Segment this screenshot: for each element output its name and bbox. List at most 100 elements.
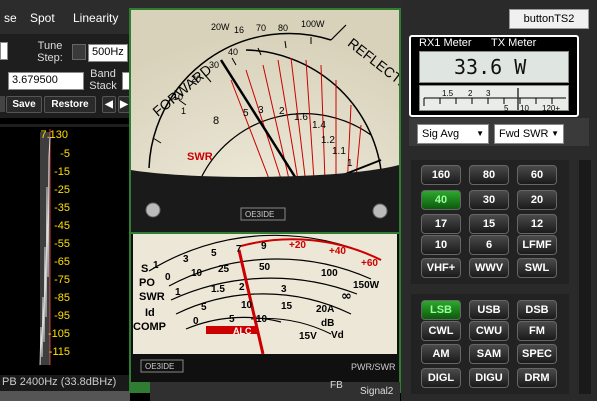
right-scrollbar[interactable] [579,160,591,394]
swr-meter-face: 20W 16 70 80 100W 1 10 20 30 40 8 5 3 2 … [131,10,420,232]
s-scale-plus40: +40 [329,246,346,257]
band-80-button[interactable]: 80 [469,165,509,185]
pwr-swr-caption: PWR/SWR [351,362,396,372]
band-15-button[interactable]: 15 [469,214,509,234]
swr-scale-8: 8 [213,115,219,127]
panadapter-display[interactable]: 7.130 -5 -15 -25 -35 -45 -55 -65 -75 -85… [0,127,130,375]
menu-item-se[interactable]: se [4,11,17,25]
band-vhf-button[interactable]: VHF+ [421,258,461,278]
tune-step-spinner[interactable] [72,44,86,60]
restore-button[interactable]: Restore [44,96,96,113]
tune-step-label: Tune Step: [37,40,63,64]
chevron-down-icon: ▼ [476,129,484,138]
horizontal-scrollbar[interactable] [0,391,130,401]
band-swl-button[interactable]: SWL [517,258,557,278]
bar-scale-3: 3 [486,89,491,98]
left-partial-box[interactable] [0,42,8,60]
mode-am-button[interactable]: AM [421,344,461,364]
swr-scale-bottom-1-5: 1.5 [211,284,225,295]
tx-meter-label[interactable]: TX Meter [491,37,536,49]
band-stack-label: Band Stack [89,68,117,92]
pwr-scale-16: 16 [234,25,244,35]
mode-cwu-button[interactable]: CWU [469,321,509,341]
band-160-button[interactable]: 160 [421,165,461,185]
db-scale-label: -55 [54,238,70,250]
tx-meter-select-value: Fwd SWR [499,128,549,140]
menu-item-spot[interactable]: Spot [30,11,55,25]
swr-scale-3: 3 [258,105,264,116]
band-10-button[interactable]: 10 [421,235,461,255]
band-30-button[interactable]: 30 [469,190,509,210]
passband-status: PB 2400Hz (33.8dBHz) [2,376,117,388]
tx-meter-select[interactable]: Fwd SWR ▼ [494,124,564,144]
po-label: PO [139,277,155,289]
band-17-button[interactable]: 17 [421,214,461,234]
frequency-label: 7.130 [40,129,68,141]
pwr-scale-80: 80 [278,23,288,33]
mode-fm-button[interactable]: FM [517,321,557,341]
rx-meter-select[interactable]: Sig Avg ▼ [417,124,489,144]
mode-spec-button[interactable]: SPEC [517,344,557,364]
analog-bar-meter: 1.5 2 3 5 10 120+ [419,85,569,113]
s-scale-7: 7 [236,244,242,255]
comp-label: COMP [133,321,166,333]
id-scale-10: 10 [241,300,253,311]
band-6-button[interactable]: 6 [469,235,509,255]
rx-tx-meter-panel: RX1 Meter TX Meter 33.6 W 1.5 2 3 5 10 1… [409,35,579,117]
digital-readout-box: 33.6 W [419,51,569,83]
po-scale-10: 10 [191,268,203,279]
left-arrow-icon: ◀ [105,99,113,110]
brand-label-2: OE3IDE [145,362,174,371]
id-scale-15: 15 [281,301,293,312]
band-lfmf-button[interactable]: LFMF [517,235,557,255]
mode-digl-button[interactable]: DIGL [421,368,461,388]
swr-scale-bottom-inf: ∞ [341,289,352,304]
band-20-button[interactable]: 20 [517,190,557,210]
swr-scale-bottom-2: 2 [239,282,245,293]
tab-fb[interactable]: FB [330,380,343,391]
band-12-button[interactable]: 12 [517,214,557,234]
s-scale-3: 3 [183,254,189,265]
band-40-button[interactable]: 40 [421,190,461,210]
button-ts2[interactable]: buttonTS2 [509,9,589,29]
band-wwv-button[interactable]: WWV [469,258,509,278]
meter-tab-bar: FB Signal2 [150,380,400,401]
po-scale-50: 50 [259,262,271,273]
bar-scale-2: 2 [468,89,473,98]
mode-drm-button[interactable]: DRM [517,368,557,388]
s-scale-plus60: +60 [361,258,378,269]
brand-label: OE3IDE [245,210,274,219]
po-scale-100: 100 [321,268,338,279]
band-60-button[interactable]: 60 [517,165,557,185]
fwd-scale-30: 30 [209,60,219,70]
s-scale-1: 1 [153,260,159,271]
s-scale-5: 5 [211,248,217,259]
swr-label: SWR [187,151,213,163]
swr-scale-bottom-3: 3 [281,284,287,295]
rx1-meter-label[interactable]: RX1 Meter [419,37,472,49]
mode-lsb-button[interactable]: LSB [421,300,461,320]
swr-power-meter: 20W 16 70 80 100W 1 10 20 30 40 8 5 3 2 … [131,10,420,232]
alc-label: ALC [233,326,252,336]
comp-scale-5: 5 [229,314,235,325]
swr-scale-1-6: 1.6 [294,112,308,123]
save-button[interactable]: Save [6,96,42,113]
status-bar: PB 2400Hz (33.8dBHz) [0,375,130,401]
prev-arrow-button[interactable]: ◀ [102,96,116,113]
mode-cwl-button[interactable]: CWL [421,321,461,341]
mode-digu-button[interactable]: DIGU [469,368,509,388]
mode-sam-button[interactable]: SAM [469,344,509,364]
multi-meter: S PO SWR Id COMP 1 3 5 7 9 +20 +40 +60 0… [131,234,399,382]
db-scale-label: -85 [54,292,70,304]
mode-dsb-button[interactable]: DSB [517,300,557,320]
left-edge-button[interactable] [0,96,5,112]
swr-scale-1: 1 [347,158,353,169]
tune-step-value[interactable]: 500Hz [88,44,128,62]
menu-item-linearity[interactable]: Linearity [73,11,118,25]
frequency-input[interactable]: 3.679500 [8,72,84,90]
swr-scale-2: 2 [279,106,285,117]
bar-scale-10: 10 [520,104,529,112]
tab-signal2[interactable]: Signal2 [360,386,393,397]
mode-usb-button[interactable]: USB [469,300,509,320]
db-scale-label: -15 [54,166,70,178]
